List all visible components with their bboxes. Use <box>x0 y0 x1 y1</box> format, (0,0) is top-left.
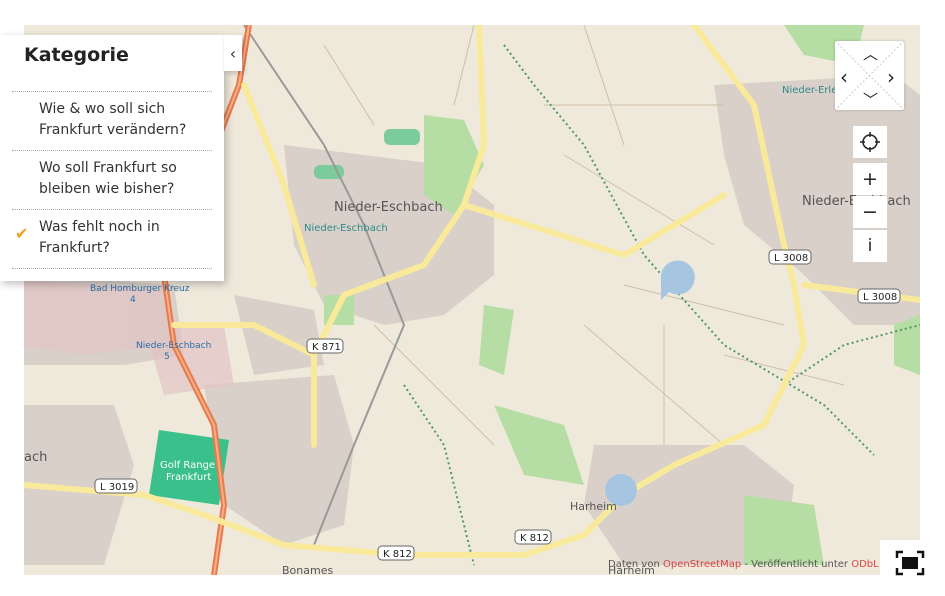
place-label: 5 <box>164 352 170 362</box>
fullscreen-button[interactable] <box>880 540 940 585</box>
road-shield: K 871 <box>306 338 344 354</box>
road-shield: L 3019 <box>94 478 138 494</box>
chevron-left-icon[interactable]: ‹ <box>840 65 848 89</box>
zoom-in-button[interactable]: + <box>853 163 887 195</box>
attribution-middle: - Veröffentlicht unter <box>744 559 849 570</box>
license-link[interactable]: ODbL <box>851 559 879 570</box>
map-attribution: Daten von OpenStreetMap - Veröffentlicht… <box>608 559 879 570</box>
category-item-label: Frankfurt? <box>39 240 110 256</box>
chevron-up-icon[interactable]: ︿ <box>863 43 878 64</box>
road-shield: L 3008 <box>768 249 812 265</box>
category-panel: Kategorie Wie & wo soll sich Frankfurt v… <box>0 35 224 281</box>
svg-text:L 3008: L 3008 <box>774 253 808 264</box>
svg-text:L 3008: L 3008 <box>863 292 897 303</box>
chevron-right-icon[interactable]: › <box>887 65 895 89</box>
place-label: 4 <box>130 295 136 305</box>
category-item-label: Wie & wo soll sich <box>39 101 166 117</box>
locate-button[interactable] <box>853 126 887 158</box>
chevron-left-icon: ‹ <box>229 43 237 63</box>
place-label: Frankfurt <box>166 472 211 483</box>
pan-control[interactable]: ︿ ‹ › ﹀ <box>835 41 904 110</box>
place-label: Nieder-Eschbach <box>334 200 443 215</box>
place-label: Nieder-Eschbach <box>136 341 211 351</box>
category-item-label: bleiben wie bisher? <box>39 181 175 197</box>
place-label: Bad Homburger Kreuz <box>90 284 190 294</box>
category-item-change[interactable]: Wie & wo soll sich Frankfurt verändern? <box>12 91 212 150</box>
category-item-missing[interactable]: ✔ Was fehlt noch in Frankfurt? <box>12 209 212 269</box>
place-label: Nieder-Eschbach <box>304 223 388 234</box>
info-button[interactable]: i <box>853 230 887 262</box>
category-item-label: Wo soll Frankfurt so <box>39 160 177 176</box>
checkmark-icon: ✔ <box>15 224 29 243</box>
osm-link[interactable]: OpenStreetMap <box>663 559 741 570</box>
road-shield: K 812 <box>377 545 415 561</box>
category-item-keep[interactable]: Wo soll Frankfurt so bleiben wie bisher? <box>12 150 212 209</box>
svg-text:K 812: K 812 <box>520 533 549 544</box>
crosshair-icon <box>860 132 880 152</box>
place-label: Harheim <box>570 500 617 513</box>
zoom-out-button[interactable]: − <box>853 196 887 228</box>
category-item-label: Was fehlt noch in <box>39 219 160 235</box>
panel-collapse-button[interactable]: ‹ <box>224 35 242 71</box>
svg-text:L 3019: L 3019 <box>100 482 134 493</box>
chevron-down-icon[interactable]: ﹀ <box>863 89 878 110</box>
road-shield: L 3008 <box>857 288 901 304</box>
place-label: Golf Range <box>160 460 215 471</box>
svg-text:K 871: K 871 <box>312 342 341 353</box>
category-item-label: Frankfurt verändern? <box>39 122 187 138</box>
place-label: Bonames <box>282 564 333 575</box>
map-marker-comment[interactable] <box>660 260 695 300</box>
svg-text:K 812: K 812 <box>383 549 412 560</box>
panel-title: Kategorie <box>24 44 129 66</box>
place-label: ach <box>24 450 47 465</box>
place-label: Nieder-Erle <box>782 85 837 96</box>
attribution-prefix: Daten von <box>608 559 660 570</box>
road-shield: K 812 <box>514 529 552 545</box>
fullscreen-icon <box>895 550 925 575</box>
